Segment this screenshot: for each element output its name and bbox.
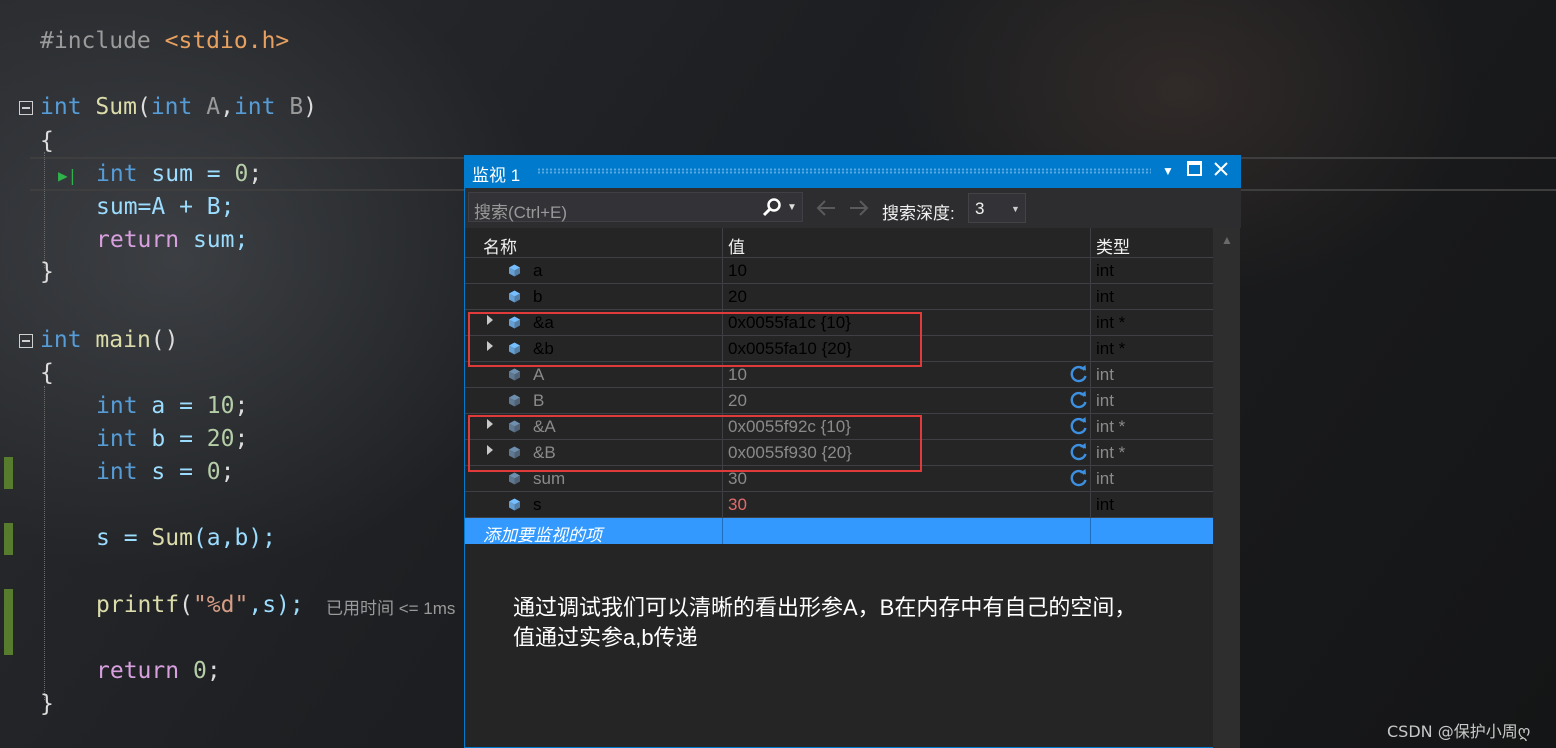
- chevron-down-icon: ▼: [1011, 204, 1020, 214]
- refresh-icon[interactable]: [1069, 390, 1089, 410]
- variable-icon: [509, 472, 520, 485]
- code-line: {: [40, 128, 54, 154]
- execution-pointer-icon: ▶|: [58, 166, 78, 185]
- variable-icon: [509, 290, 520, 303]
- indent-guide: [44, 152, 45, 268]
- change-bar: [4, 589, 13, 655]
- watch-value: 30: [728, 469, 747, 488]
- column-divider: [1090, 518, 1091, 544]
- refresh-icon[interactable]: [1069, 416, 1089, 436]
- code-line: return 0;: [96, 658, 221, 684]
- change-bar: [4, 523, 13, 555]
- watch-type: int: [1096, 495, 1114, 514]
- watch-row[interactable]: s 30 int: [465, 492, 1213, 518]
- watch-type: int *: [1096, 339, 1126, 358]
- watch-value: 30: [728, 495, 747, 514]
- search-depth-select[interactable]: 3 ▼: [968, 193, 1026, 223]
- annotation-line: 值通过实参a,b传递: [513, 625, 698, 650]
- maximize-icon[interactable]: [1187, 161, 1202, 181]
- watch-title: 监视 1: [472, 166, 521, 185]
- refresh-icon[interactable]: [1069, 442, 1089, 462]
- drag-grip[interactable]: [537, 168, 1151, 174]
- code-line: int s = 0;: [96, 459, 235, 485]
- code-line: #include <stdio.h>: [40, 28, 290, 54]
- scroll-up-icon[interactable]: ▲: [1221, 233, 1233, 247]
- annotation-line: 通过调试我们可以清晰的看出形参A，B在内存中有自己的空间，: [513, 595, 1137, 620]
- code-line: int a = 10;: [96, 393, 249, 419]
- variable-icon: [509, 394, 520, 407]
- watch-title-bar[interactable]: 监视 1 ▼: [465, 155, 1241, 188]
- watch-name: a: [533, 261, 543, 280]
- watch-value: 20: [728, 287, 747, 306]
- watch-type: int *: [1096, 313, 1126, 332]
- variable-icon: [509, 498, 520, 511]
- fold-toggle-main[interactable]: [19, 334, 33, 348]
- watch-row[interactable]: B 20 int: [465, 388, 1213, 414]
- search-input[interactable]: 搜索(Ctrl+E) ▼: [468, 192, 803, 222]
- variable-icon: [509, 368, 520, 381]
- add-watch-label: 添加要监视的项: [483, 526, 602, 545]
- forward-arrow-icon[interactable]: [848, 198, 870, 218]
- highlight-box-actual-args: [468, 312, 922, 367]
- watch-type: int: [1096, 365, 1114, 384]
- watermark: CSDN @保护小周ღ: [1387, 722, 1531, 741]
- column-value[interactable]: 值: [728, 233, 745, 258]
- code-line: return sum;: [96, 227, 249, 253]
- variable-icon: [509, 264, 520, 277]
- watch-name: b: [533, 287, 543, 306]
- code-line: }: [40, 691, 54, 717]
- search-depth-value: 3: [975, 199, 985, 218]
- code-line: s = Sum(a,b);: [96, 525, 277, 551]
- watch-header: 名称 值 类型: [465, 228, 1213, 258]
- add-watch-row[interactable]: 添加要监视的项: [465, 518, 1213, 545]
- watch-value: 10: [728, 261, 747, 280]
- column-divider: [722, 518, 723, 544]
- watch-type: int: [1096, 391, 1114, 410]
- search-depth-label: 搜索深度:: [882, 204, 955, 223]
- fold-toggle-sum[interactable]: [19, 101, 33, 115]
- back-arrow-icon[interactable]: [815, 198, 837, 218]
- watch-type: int *: [1096, 417, 1126, 436]
- code-line: printf("%d",s);: [96, 592, 304, 618]
- search-options-icon[interactable]: ▼: [787, 202, 797, 213]
- column-divider[interactable]: [1090, 228, 1091, 544]
- code-line: int main(): [40, 327, 179, 353]
- watch-type: int: [1096, 261, 1114, 280]
- search-placeholder: 搜索(Ctrl+E): [474, 203, 568, 222]
- watch-toolbar: 搜索(Ctrl+E) ▼ 搜索深度: 3 ▼: [465, 188, 1241, 228]
- annotation-text: 通过调试我们可以清晰的看出形参A，B在内存中有自己的空间， 值通过实参a,b传递: [513, 593, 1213, 653]
- indent-guide: [44, 386, 45, 700]
- search-icon[interactable]: [761, 197, 783, 219]
- code-line: int Sum(int A,int B): [40, 94, 318, 120]
- watch-type: int *: [1096, 443, 1126, 462]
- column-type[interactable]: 类型: [1096, 233, 1130, 258]
- code-line: int b = 20;: [96, 426, 249, 452]
- watch-value: 10: [728, 365, 747, 384]
- watch-name: A: [533, 365, 545, 384]
- watch-value: 20: [728, 391, 747, 410]
- watch-type: int: [1096, 287, 1114, 306]
- code-line: sum=A + B;: [96, 194, 235, 220]
- watch-type: int: [1096, 469, 1114, 488]
- dropdown-icon[interactable]: ▼: [1162, 164, 1174, 178]
- close-icon[interactable]: [1213, 161, 1229, 182]
- column-name[interactable]: 名称: [483, 233, 517, 258]
- watch-row[interactable]: b 20 int: [465, 284, 1213, 310]
- code-line: {: [40, 360, 54, 386]
- highlight-box-formal-args: [468, 415, 922, 472]
- vertical-scrollbar[interactable]: ▲: [1213, 228, 1240, 748]
- column-divider[interactable]: [722, 228, 723, 544]
- elapsed-time-hint: 已用时间 <= 1ms: [326, 599, 456, 618]
- refresh-icon[interactable]: [1069, 468, 1089, 488]
- watch-name: B: [533, 391, 545, 410]
- watch-row[interactable]: a 10 int: [465, 258, 1213, 284]
- watch-name: sum: [533, 469, 566, 488]
- watch-name: s: [533, 495, 542, 514]
- code-line-current: int sum = 0;: [96, 161, 263, 187]
- refresh-icon[interactable]: [1069, 364, 1089, 384]
- code-line: }: [40, 259, 54, 285]
- change-bar: [4, 457, 13, 489]
